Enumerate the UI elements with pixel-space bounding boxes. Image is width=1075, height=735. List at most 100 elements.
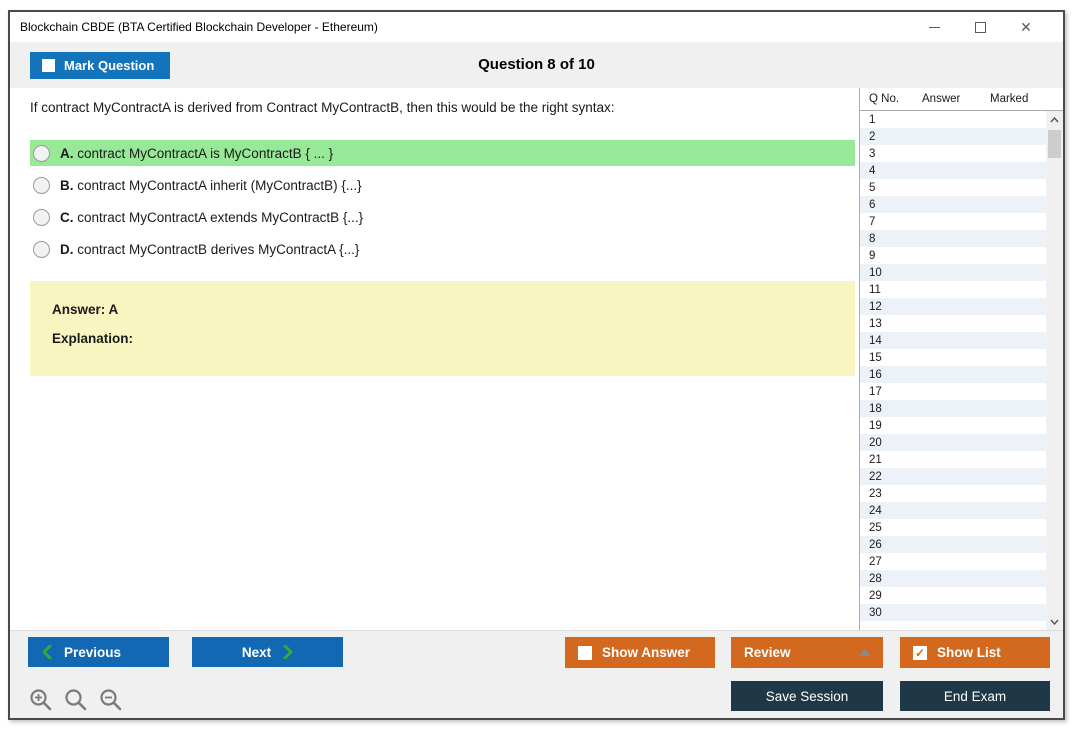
question-list-row[interactable]: 4 [860,162,1046,179]
question-list-row[interactable]: 3 [860,145,1046,162]
question-panel: If contract MyContractA is derived from … [10,88,859,630]
mark-question-button[interactable]: Mark Question [30,52,171,79]
question-list-row[interactable]: 20 [860,434,1046,451]
question-list-row[interactable]: 19 [860,417,1046,434]
question-list-row[interactable]: 29 [860,587,1046,604]
close-icon: ✕ [1020,19,1032,35]
question-list-row[interactable]: 21 [860,451,1046,468]
end-exam-button[interactable]: End Exam [900,681,1050,711]
question-list-row[interactable]: 7 [860,213,1046,230]
previous-label: Previous [64,644,122,660]
zoom-in-icon[interactable] [28,687,54,713]
cell-qno: 18 [869,402,882,415]
option-d-text: D. contract MyContractB derives MyContra… [60,242,359,257]
cell-qno: 22 [869,470,882,483]
zoom-toolbar [28,687,124,713]
review-dropdown[interactable]: Review [731,637,883,668]
option-c-radio[interactable] [33,208,50,226]
question-list-row[interactable]: 6 [860,196,1046,213]
question-list-row[interactable]: 22 [860,468,1046,485]
question-list-row[interactable]: 9 [860,247,1046,264]
cell-qno: 26 [869,538,882,551]
mark-question-checkbox[interactable] [42,59,55,72]
question-list-row[interactable]: 11 [860,281,1046,298]
cell-qno: 15 [869,351,882,364]
show-answer-button[interactable]: Show Answer [565,637,715,668]
question-list-row[interactable]: 1 [860,111,1046,128]
zoom-out-icon[interactable] [98,687,124,713]
app-window: Blockchain CBDE (BTA Certified Blockchai… [8,10,1065,720]
explanation-label: Explanation: [52,331,134,346]
next-label: Next [241,644,272,660]
option-b-body: contract MyContractA inherit (MyContract… [77,177,362,193]
question-list-row[interactable]: 23 [860,485,1046,502]
question-list-scrollbar[interactable] [1046,111,1063,630]
column-qno: Q No. [869,93,900,105]
question-list-row[interactable]: 25 [860,519,1046,536]
minimize-icon [928,26,940,28]
question-list-row[interactable]: 8 [860,230,1046,247]
show-list-checkbox[interactable]: ✓ [913,645,927,660]
cell-qno: 17 [869,385,882,398]
next-button[interactable]: Next [192,637,343,667]
option-a-body: contract MyContractA is MyContractB { ..… [77,145,334,161]
option-b[interactable]: B. contract MyContractA inherit (MyContr… [30,172,855,198]
cell-qno: 9 [869,249,876,262]
question-list-row[interactable]: 27 [860,553,1046,570]
maximize-icon [974,21,986,33]
cell-qno: 5 [869,181,876,194]
cell-qno: 1 [869,113,876,126]
question-list-header: Q No. Answer Marked [860,88,1063,111]
show-list-button[interactable]: ✓ Show List [900,637,1050,668]
column-marked: Marked [990,93,1029,105]
question-list-row[interactable]: 26 [860,536,1046,553]
question-list-row[interactable]: 24 [860,502,1046,519]
question-list-row[interactable]: 10 [860,264,1046,281]
cell-qno: 16 [869,368,882,381]
previous-button[interactable]: Previous [28,637,169,667]
question-list-body: 1 2 3 4 5 6 7 8 9 10 11 12 13 14 15 16 17 18 19 20 21 22 23 24 2… [860,111,1046,630]
cell-qno: 20 [869,436,882,449]
save-session-button[interactable]: Save Session [731,681,883,711]
question-list-row[interactable]: 13 [860,315,1046,332]
scroll-down-icon[interactable] [1046,613,1063,630]
scrollbar-thumb[interactable] [1048,130,1061,158]
chevron-left-icon [42,645,52,659]
review-label: Review [744,645,791,660]
cell-qno: 28 [869,572,882,585]
question-list-row[interactable]: 18 [860,400,1046,417]
close-button[interactable]: ✕ [1003,14,1049,40]
question-list-row[interactable]: 12 [860,298,1046,315]
question-list-row[interactable]: 30 [860,604,1046,621]
option-a-letter: A. [60,145,74,161]
cell-qno: 12 [869,300,882,313]
zoom-reset-icon[interactable] [63,687,89,713]
cell-qno: 30 [869,606,882,619]
option-a[interactable]: A. contract MyContractA is MyContractB {… [30,140,855,166]
question-list-row[interactable]: 17 [860,383,1046,400]
show-list-label: Show List [937,645,1001,660]
option-a-radio[interactable] [33,144,50,162]
question-list-row[interactable]: 16 [860,366,1046,383]
show-answer-checkbox[interactable] [578,645,592,660]
option-b-radio[interactable] [33,176,50,194]
cell-qno: 24 [869,504,882,517]
question-list-row[interactable]: 28 [860,570,1046,587]
option-c[interactable]: C. contract MyContractA extends MyContra… [30,204,855,230]
option-c-text: C. contract MyContractA extends MyContra… [60,210,363,225]
cell-qno: 8 [869,232,876,245]
cell-qno: 29 [869,589,882,602]
question-list-row[interactable]: 14 [860,332,1046,349]
window-title: Blockchain CBDE (BTA Certified Blockchai… [20,20,378,34]
minimize-button[interactable] [911,14,957,40]
scroll-up-icon[interactable] [1046,111,1063,128]
cell-qno: 3 [869,147,876,160]
question-list-row[interactable]: 5 [860,179,1046,196]
option-d-letter: D. [60,241,74,257]
option-d-radio[interactable] [33,240,50,258]
question-list-row[interactable]: 15 [860,349,1046,366]
header-bar: Mark Question Question 8 of 10 [10,42,1063,88]
question-list-row[interactable]: 2 [860,128,1046,145]
option-d[interactable]: D. contract MyContractB derives MyContra… [30,236,855,262]
maximize-button[interactable] [957,14,1003,40]
